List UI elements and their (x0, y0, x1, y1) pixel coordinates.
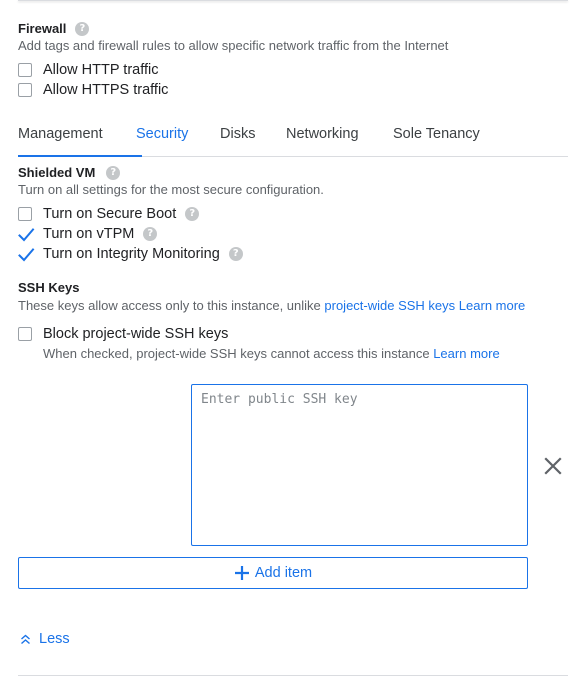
allow-http-option[interactable]: Allow HTTP traffic (18, 61, 159, 79)
help-icon[interactable]: ? (143, 227, 158, 241)
allow-http-checkbox[interactable] (18, 63, 32, 77)
bottom-divider (18, 675, 568, 676)
allow-http-label: Allow HTTP traffic (43, 62, 159, 78)
block-project-ssh-label: Block project-wide SSH keys (43, 326, 229, 342)
integrity-monitoring-checkbox[interactable] (18, 247, 35, 262)
integrity-monitoring-label: Turn on Integrity Monitoring (43, 246, 220, 262)
ssh-keys-description-text: These keys allow access only to this ins… (18, 298, 321, 313)
ssh-keys-title: SSH Keys (18, 280, 80, 295)
block-project-ssh-hint: When checked, project-wide SSH keys cann… (43, 346, 500, 362)
vtpm-checkbox[interactable] (18, 227, 35, 242)
block-project-ssh-option[interactable]: Block project-wide SSH keys (18, 325, 228, 343)
shielded-vm-title: Shielded VM (18, 165, 96, 180)
block-project-ssh-hint-text: When checked, project-wide SSH keys cann… (43, 346, 430, 361)
project-ssh-keys-link[interactable]: project-wide SSH keys (324, 298, 455, 313)
tab-disks[interactable]: Disks (220, 126, 255, 142)
ssh-key-input[interactable] (191, 384, 528, 546)
learn-more-link[interactable]: Learn more (459, 298, 525, 313)
integrity-monitoring-option[interactable]: Turn on Integrity Monitoring ? (18, 245, 243, 263)
ssh-keys-description: These keys allow access only to this ins… (18, 298, 525, 314)
allow-https-label: Allow HTTPS traffic (43, 82, 169, 98)
secure-boot-checkbox[interactable] (18, 207, 32, 221)
help-icon[interactable]: ? (106, 166, 121, 180)
help-icon[interactable]: ? (228, 247, 243, 261)
help-icon[interactable]: ? (75, 22, 90, 36)
vtpm-label: Turn on vTPM (43, 226, 135, 242)
tab-sole-tenancy[interactable]: Sole Tenancy (393, 126, 480, 142)
less-toggle[interactable]: Less (20, 631, 70, 647)
shielded-vm-description: Turn on all settings for the most secure… (18, 182, 324, 197)
help-icon[interactable]: ? (185, 207, 200, 221)
top-divider (18, 0, 568, 1)
firewall-heading: Firewall ? (18, 21, 90, 37)
tab-security[interactable]: Security (136, 126, 188, 142)
less-label: Less (39, 631, 70, 647)
check-icon (18, 248, 35, 262)
security-settings-page: Firewall ? Add tags and firewall rules t… (0, 0, 580, 679)
tab-networking[interactable]: Networking (286, 126, 359, 142)
remove-key-button[interactable] (541, 454, 565, 478)
check-icon (18, 228, 35, 242)
add-item-button[interactable]: Add item (18, 557, 528, 589)
shielded-vm-heading: Shielded VM ? (18, 165, 121, 181)
close-icon (544, 457, 562, 475)
tab-management[interactable]: Management (18, 126, 103, 142)
firewall-description: Add tags and firewall rules to allow spe… (18, 38, 449, 53)
block-project-ssh-checkbox[interactable] (18, 327, 32, 341)
vtpm-option[interactable]: Turn on vTPM ? (18, 225, 158, 243)
double-chevron-up-icon (21, 634, 30, 645)
plus-icon (234, 566, 249, 580)
firewall-title: Firewall (18, 21, 67, 36)
allow-https-checkbox[interactable] (18, 83, 32, 97)
settings-tabs: Management Security Disks Networking Sol… (18, 118, 568, 157)
allow-https-option[interactable]: Allow HTTPS traffic (18, 81, 168, 99)
secure-boot-option[interactable]: Turn on Secure Boot ? (18, 205, 200, 223)
learn-more-link[interactable]: Learn more (433, 346, 499, 361)
active-tab-indicator (18, 155, 142, 157)
add-item-label: Add item (254, 565, 313, 581)
secure-boot-label: Turn on Secure Boot (43, 206, 177, 222)
